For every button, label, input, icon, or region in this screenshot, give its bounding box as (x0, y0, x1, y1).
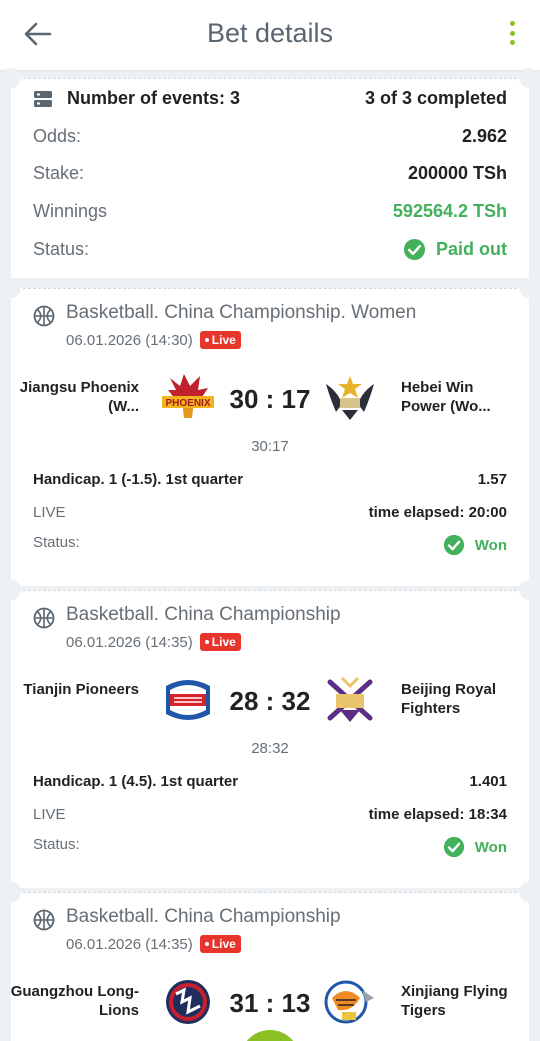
check-circle-icon (443, 836, 464, 858)
winnings-value: 592564.2 TSh (392, 201, 507, 221)
live-state: LIVE (33, 806, 66, 823)
check-circle-icon (403, 238, 426, 261)
bet-summary-card: Number of events: 3 3 of 3 completed Odd… (1, 68, 539, 278)
event-date-text: 06.01.2026 (14:30) (66, 331, 193, 349)
guangzhou-long-lions-logo (166, 980, 210, 1024)
stake-label: Stake: (33, 163, 85, 183)
event-date: 06.01.2026 (14:35) Live (66, 935, 241, 953)
jiangsu-phoenix-logo: PHOENIX (162, 374, 214, 418)
market-row: Handicap. 1 (4.5). 1st quarter 1.401 (33, 773, 507, 790)
page-title: Bet details (206, 18, 334, 48)
time-elapsed: time elapsed: 20:00 (368, 504, 507, 521)
live-row: LIVE time elapsed: 20:00 (33, 504, 507, 521)
market-name: Handicap. 1 (-1.5). 1st quarter (33, 471, 244, 488)
market-row: Handicap. 1 (-1.5). 1st quarter 1.57 (33, 471, 507, 488)
status-paid: Paid out (403, 238, 507, 261)
market-odds: 1.57 (477, 471, 507, 488)
dot-icon (509, 40, 515, 45)
live-row: LIVE time elapsed: 18:34 (33, 806, 507, 823)
won-status: Won (443, 836, 507, 858)
xinjiang-flying-tigers-logo (324, 980, 374, 1024)
hebei-win-power-logo (326, 376, 374, 420)
period-score: 28:32 (251, 740, 289, 757)
events-count-label: Number of events: 3 (67, 88, 241, 108)
live-badge-label: Live (211, 635, 236, 649)
won-label: Won (474, 838, 507, 856)
live-state: LIVE (33, 504, 66, 521)
tianjin-pioneers-logo (166, 680, 210, 720)
winnings-row: Winnings 592564.2 TSh (33, 201, 507, 222)
event-date-text: 06.01.2026 (14:35) (66, 633, 193, 651)
winnings-label: Winnings (33, 201, 108, 221)
won-status: Won (443, 534, 507, 556)
app-header: Bet details (0, 0, 540, 70)
status-row: Status: Paid out (33, 238, 507, 261)
live-badge-label: Live (211, 937, 236, 951)
event-card[interactable]: Basketball. China Championship 06.01.202… (1, 580, 539, 888)
dot-icon (509, 21, 515, 26)
away-team-name: Xinjiang Flying Tigers (401, 983, 508, 1019)
event-title: Basketball. China Championship. Women (66, 302, 417, 323)
time-elapsed: time elapsed: 18:34 (368, 806, 507, 823)
odds-label: Odds: (33, 126, 82, 146)
event-date-text: 06.01.2026 (14:35) (66, 935, 193, 953)
events-count-row: Number of events: 3 3 of 3 completed (33, 88, 507, 109)
home-team-name: Tianjin Pioneers (23, 681, 139, 698)
live-badge: Live (199, 331, 241, 349)
score: 28 : 32 (229, 686, 311, 716)
event-status-label: Status: (33, 534, 80, 551)
event-status-row: Status: Won (33, 836, 507, 858)
odds-row: Odds: 2.962 (33, 126, 507, 147)
market-name: Handicap. 1 (4.5). 1st quarter (33, 773, 239, 790)
phoenix-logo-text: PHOENIX (165, 398, 210, 409)
live-badge: Live (199, 935, 241, 953)
away-team-name: Hebei Win Power (Wo... (401, 379, 491, 415)
stake-row: Stake: 200000 TSh (33, 163, 507, 184)
event-status-row: Status: Won (33, 534, 507, 556)
dot-icon (509, 30, 515, 36)
event-date: 06.01.2026 (14:30) Live (66, 331, 241, 349)
check-circle-icon (443, 534, 464, 556)
event-date: 06.01.2026 (14:35) Live (66, 633, 241, 651)
status-value: Paid out (436, 239, 507, 259)
basketball-icon (33, 305, 55, 327)
basketball-icon (33, 909, 55, 931)
period-score: 30:17 (251, 438, 289, 455)
event-status-label: Status: (33, 836, 80, 853)
beijing-royal-fighters-logo (327, 676, 373, 722)
live-badge-label: Live (211, 333, 236, 347)
event-title: Basketball. China Championship (66, 604, 341, 625)
home-team-name: Jiangsu Phoenix (W... (19, 379, 139, 415)
score: 30 : 17 (229, 384, 311, 414)
status-label: Status: (33, 239, 90, 259)
list-icon (34, 90, 52, 107)
completed-count: 3 of 3 completed (364, 88, 507, 108)
event-card[interactable]: Basketball. China Championship 06.01.202… (1, 882, 539, 1041)
market-odds: 1.401 (469, 773, 507, 790)
event-card[interactable]: Basketball. China Championship. Women 06… (1, 278, 539, 586)
score: 31 : 13 (229, 988, 311, 1018)
away-team-name: Beijing Royal Fighters (401, 681, 497, 717)
live-badge: Live (199, 633, 241, 651)
stake-value: 200000 TSh (407, 163, 507, 183)
event-title: Basketball. China Championship (66, 906, 341, 927)
odds-value: 2.962 (461, 126, 507, 146)
home-team-name: Guangzhou Long-Lions (10, 983, 139, 1019)
more-menu-button[interactable] (504, 18, 520, 48)
basketball-icon (33, 607, 55, 629)
won-label: Won (474, 536, 507, 554)
